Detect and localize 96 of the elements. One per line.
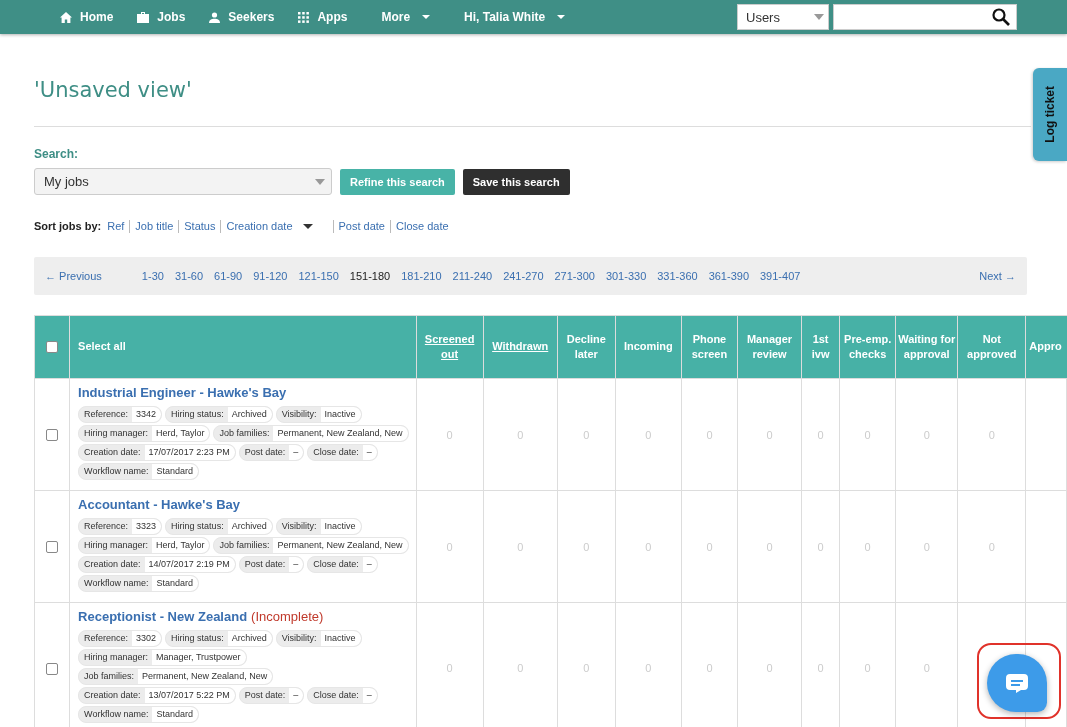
scope-dropdown[interactable]: Users [737, 4, 829, 30]
save-search-button[interactable]: Save this search [462, 168, 570, 195]
chat-icon [1005, 673, 1029, 693]
person-icon [209, 11, 221, 23]
job-detail-tag: Workflow name: Standard [78, 575, 199, 592]
job-detail-tag: Visibility: Inactive [275, 518, 362, 535]
sort-option-link[interactable]: Post date [338, 220, 385, 232]
job-detail-tag: Visibility: Inactive [275, 630, 362, 647]
job-detail-tag: Reference: 3342 [78, 406, 163, 423]
caret-icon [302, 223, 313, 229]
page-link[interactable]: 301-330 [605, 270, 647, 282]
job-detail-tag: Job families: Permanent, New Zealand, New [78, 668, 274, 685]
saved-search-dropdown[interactable]: My jobs [34, 168, 332, 195]
column-header: Not approved [957, 315, 1026, 379]
page-link[interactable]: 361-390 [708, 270, 749, 282]
page-link[interactable]: 181-210 [401, 270, 442, 282]
previous-page-link[interactable]: ← Previous [45, 270, 102, 282]
job-posting-link[interactable]: Accountant - Hawke's Bay [78, 497, 241, 512]
page-link[interactable]: 31-60 [174, 270, 204, 282]
page-link[interactable]: 151-180 [349, 270, 391, 282]
job-detail-tag: Hiring manager: Herd, Taylor [78, 425, 211, 442]
column-header: Phone screen [681, 315, 738, 379]
chat-button[interactable] [987, 654, 1047, 712]
home-icon [60, 11, 72, 23]
column-header: Appro [1025, 315, 1067, 379]
job-detail-tag: Reference: 3302 [78, 630, 163, 647]
row-checkbox[interactable] [46, 429, 58, 442]
row-checkbox[interactable] [46, 541, 58, 554]
nav-link[interactable]: Home [60, 10, 114, 24]
job-detail-tag: Creation date: 13/07/2017 5:22 PM [78, 687, 236, 704]
job-detail-tag: Hiring manager: Herd, Taylor [78, 537, 211, 554]
job-detail-tag: Close date: – [307, 687, 378, 704]
job-detail-tag: Hiring manager: Manager, Trustpower [78, 649, 247, 666]
sort-option-link[interactable]: Ref [107, 220, 125, 232]
job-detail-tag: Hiring status: Archived [165, 518, 273, 535]
page-link[interactable]: 271-300 [554, 270, 595, 282]
nav-link[interactable]: Hi, Talia White [464, 10, 566, 24]
job-detail-tag: Job families: Permanent, New Zealand, New [213, 425, 409, 442]
search-label: Search: [34, 147, 80, 161]
job-detail-tag: Close date: – [307, 556, 378, 573]
page-link[interactable]: 1-30 [141, 270, 164, 282]
search-field[interactable] [833, 4, 1017, 30]
column-header: Incoming [615, 315, 682, 379]
job-detail-tag: Workflow name: Standard [78, 706, 199, 723]
column-header: Screened out [416, 315, 484, 379]
grid-icon [298, 11, 310, 23]
column-header: 1st ivw [801, 315, 840, 379]
caret-icon [814, 14, 824, 20]
nav-link[interactable]: More [381, 10, 431, 24]
column-header: Decline later [557, 315, 616, 379]
job-detail-tag: Hiring status: Archived [165, 406, 273, 423]
row-checkbox[interactable] [46, 662, 58, 675]
page-link[interactable]: 331-360 [657, 270, 698, 282]
column-header: Withdrawn [483, 315, 558, 379]
sort-label: Sort jobs by: [34, 220, 102, 232]
column-header: Waiting for approval [895, 315, 958, 379]
caret-icon [315, 178, 325, 185]
job-detail-tag: Visibility: Inactive [275, 406, 362, 423]
sort-option-link[interactable]: Job title [135, 220, 174, 232]
page-link[interactable]: 61-90 [214, 270, 243, 282]
job-detail-tag: Creation date: 17/07/2017 2:23 PM [78, 444, 236, 461]
job-detail-tag: Post date: – [238, 444, 305, 461]
select-all-label: Select all [69, 315, 417, 379]
nav-link[interactable]: Seekers [209, 10, 275, 24]
select-all-checkbox[interactable] [46, 341, 58, 354]
job-detail-tag: Creation date: 14/07/2017 2:19 PM [78, 556, 236, 573]
refine-search-button[interactable]: Refine this search [340, 168, 455, 195]
job-detail-tag: Hiring status: Archived [165, 630, 273, 647]
briefcase-icon [137, 11, 150, 23]
job-detail-tag: Post date: – [238, 687, 305, 704]
job-detail-tag: Workflow name: Standard [78, 463, 199, 480]
page-link[interactable]: 121-150 [298, 270, 339, 282]
sort-option-link[interactable]: Status [184, 220, 216, 232]
caret-icon [422, 15, 431, 19]
page-title: 'Unsaved view' [34, 78, 192, 104]
job-detail-tag: Reference: 3323 [78, 518, 163, 535]
job-detail-tag: Job families: Permanent, New Zealand, New [213, 537, 409, 554]
search-icon [992, 8, 1010, 26]
job-detail-tag: Post date: – [238, 556, 305, 573]
incomplete-status-text: (Incomplete) [251, 609, 324, 624]
next-page-link[interactable]: Next → [979, 270, 1016, 282]
page-link[interactable]: 241-270 [503, 270, 544, 282]
job-posting-link[interactable]: Receptionist - New Zealand [78, 609, 248, 624]
caret-icon [557, 15, 566, 19]
job-detail-tag: Close date: – [307, 444, 378, 461]
nav-link[interactable]: Apps [298, 10, 348, 24]
page-link[interactable]: 391-407 [760, 270, 801, 282]
column-header: Manager review [737, 315, 802, 379]
sort-option-link[interactable]: Creation date [226, 220, 313, 232]
page-link[interactable]: 211-240 [452, 270, 493, 282]
column-header: Pre-emp. checks [839, 315, 896, 379]
page-link[interactable]: 91-120 [253, 270, 288, 282]
log-ticket-tab[interactable]: Log ticket [1033, 68, 1067, 161]
nav-link[interactable]: Jobs [137, 10, 186, 24]
job-posting-link[interactable]: Industrial Engineer - Hawke's Bay [78, 385, 287, 400]
sort-option-link[interactable]: Close date [396, 220, 449, 232]
